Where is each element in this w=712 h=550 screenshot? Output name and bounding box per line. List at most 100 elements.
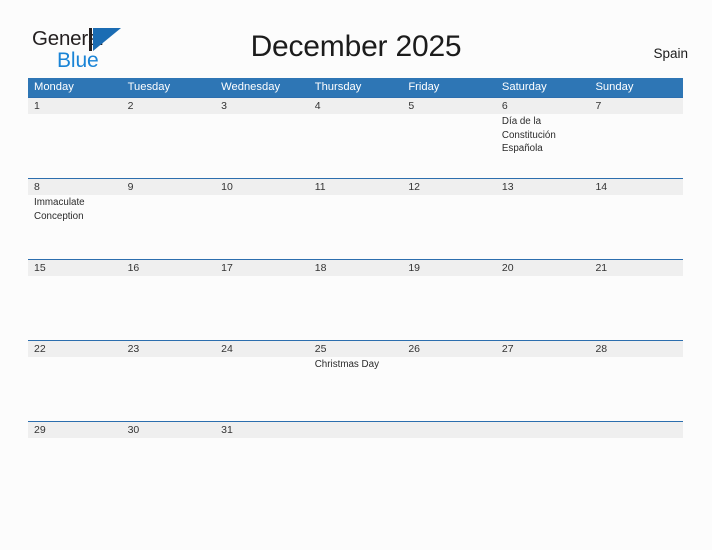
day-cell[interactable]: 29	[28, 422, 122, 449]
day-cell[interactable]: 25 Christmas Day	[309, 341, 403, 421]
week-row: 22 23 24 25 Christmas Day 26 27 28	[28, 340, 683, 421]
day-number: 17	[221, 262, 233, 274]
day-event	[34, 114, 122, 115]
day-cell[interactable]: 30	[122, 422, 216, 449]
day-event	[128, 438, 216, 439]
day-event	[221, 357, 309, 358]
day-number: 21	[595, 262, 608, 274]
day-cell[interactable]: 26	[402, 341, 496, 421]
day-cell[interactable]: 28	[589, 341, 683, 421]
day-event	[502, 357, 590, 358]
day-cell[interactable]: 19	[402, 260, 496, 340]
weekday-header-row: Monday Tuesday Wednesday Thursday Friday…	[28, 78, 683, 97]
day-event	[315, 114, 403, 115]
day-number: 23	[127, 343, 140, 355]
day-cell[interactable]: 23	[122, 341, 216, 421]
page-header: General Blue December 2025 Spain	[0, 0, 712, 78]
day-cell[interactable]: 7	[589, 98, 683, 178]
day-event	[595, 114, 683, 115]
day-cell[interactable]: 22	[28, 341, 122, 421]
day-number: 22	[34, 343, 46, 355]
day-cell[interactable]: 3	[215, 98, 309, 178]
day-number: 15	[34, 262, 46, 274]
day-number: 28	[595, 343, 608, 355]
day-number: 5	[408, 100, 415, 112]
day-cell[interactable]: 18	[309, 260, 403, 340]
day-cell[interactable]: 5	[402, 98, 496, 178]
day-number: 7	[595, 100, 602, 112]
day-cell[interactable]: 24	[215, 341, 309, 421]
day-number: 10	[221, 181, 233, 193]
day-event	[34, 438, 122, 439]
day-event	[315, 276, 403, 277]
day-number: 24	[221, 343, 233, 355]
day-cell[interactable]: 20	[496, 260, 590, 340]
day-number: 20	[501, 262, 514, 274]
day-event	[408, 357, 496, 358]
day-number: 31	[221, 424, 233, 436]
day-event	[595, 195, 683, 196]
country-label: Spain	[653, 46, 688, 61]
day-cell[interactable]: 9	[122, 179, 216, 259]
day-number: 26	[408, 343, 420, 355]
day-event	[221, 438, 309, 439]
day-number: 1	[34, 100, 40, 112]
day-event	[34, 276, 122, 277]
week-row: 15 16 17 18 19 20 21	[28, 259, 683, 340]
day-cell-empty	[402, 422, 496, 449]
day-cell[interactable]: 6 Día de la Constitución Española	[496, 98, 590, 178]
day-cell[interactable]: 15	[28, 260, 122, 340]
day-number: 6	[501, 100, 508, 112]
weekday-header-monday: Monday	[34, 81, 74, 93]
day-event	[408, 195, 496, 196]
day-cell[interactable]: 17	[215, 260, 309, 340]
day-number: 8	[34, 181, 40, 193]
day-number: 14	[595, 181, 608, 193]
day-event	[128, 276, 216, 277]
day-event	[408, 276, 496, 277]
day-number: 11	[314, 181, 326, 193]
weekday-header-friday: Friday	[408, 81, 440, 93]
day-cell[interactable]: 12	[402, 179, 496, 259]
day-event	[595, 276, 683, 277]
day-cell[interactable]: 27	[496, 341, 590, 421]
day-cell[interactable]: 2	[122, 98, 216, 178]
day-cell[interactable]: 13	[496, 179, 590, 259]
weekday-header-saturday: Saturday	[501, 81, 547, 93]
day-number: 16	[127, 262, 140, 274]
weekday-header-thursday: Thursday	[314, 81, 362, 93]
day-event	[315, 195, 403, 196]
day-number: 25	[314, 343, 327, 355]
day-cell[interactable]: 31	[215, 422, 309, 449]
day-cell[interactable]: 16	[122, 260, 216, 340]
day-event	[595, 357, 683, 358]
day-event	[502, 195, 590, 196]
day-event	[128, 195, 216, 196]
day-number: 13	[501, 181, 514, 193]
day-cell[interactable]: 14	[589, 179, 683, 259]
day-event: Christmas Day	[314, 359, 379, 370]
day-number: 9	[127, 181, 134, 193]
day-number: 19	[408, 262, 420, 274]
day-cell[interactable]: 1	[28, 98, 122, 178]
day-number: 3	[221, 100, 227, 112]
day-number: 27	[501, 343, 514, 355]
day-cell[interactable]: 8 Immaculate Conception	[28, 179, 122, 259]
day-event	[221, 195, 309, 196]
day-cell[interactable]: 11	[309, 179, 403, 259]
day-cell[interactable]: 10	[215, 179, 309, 259]
day-cell[interactable]: 4	[309, 98, 403, 178]
weekday-header-tuesday: Tuesday	[127, 81, 171, 93]
day-event	[34, 357, 122, 358]
day-number: 29	[34, 424, 46, 436]
calendar-page: General Blue December 2025 Spain Monday …	[0, 0, 712, 550]
page-title: December 2025	[250, 30, 462, 63]
day-event: Immaculate Conception	[34, 197, 85, 222]
day-cell[interactable]: 21	[589, 260, 683, 340]
day-number: 18	[314, 262, 327, 274]
day-number: 30	[127, 424, 140, 436]
day-cell-empty	[309, 422, 403, 449]
week-row: 8 Immaculate Conception 9 10 11 12 13 14	[28, 178, 683, 259]
day-cell-empty	[496, 422, 590, 449]
day-cell-empty	[589, 422, 683, 449]
